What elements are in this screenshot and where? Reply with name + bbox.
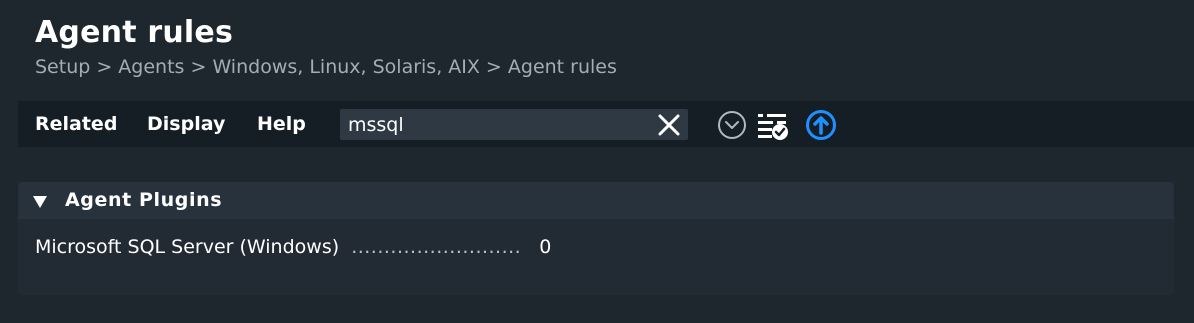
upload-icon[interactable] bbox=[805, 109, 837, 141]
search-input[interactable] bbox=[348, 112, 648, 137]
menu-bar: Related Display Help bbox=[18, 101, 1194, 147]
collapse-triangle-icon[interactable] bbox=[33, 196, 47, 208]
menu-display[interactable]: Display bbox=[147, 113, 225, 135]
menu-help[interactable]: Help bbox=[257, 113, 306, 135]
section-title: Agent Plugins bbox=[65, 189, 223, 211]
rule-link-mssql[interactable]: Microsoft SQL Server (Windows) bbox=[35, 236, 339, 258]
agent-plugins-section: Agent Plugins Microsoft SQL Server (Wind… bbox=[18, 182, 1174, 295]
section-header[interactable]: Agent Plugins bbox=[18, 182, 1174, 219]
leader-dots: .......................... bbox=[351, 236, 522, 258]
page: Agent rules Setup > Agents > Windows, Li… bbox=[0, 0, 1194, 323]
menu-related[interactable]: Related bbox=[35, 113, 117, 135]
toggle-down-icon[interactable] bbox=[717, 110, 747, 140]
search-box bbox=[340, 109, 688, 140]
rule-list-check-icon[interactable] bbox=[756, 109, 790, 141]
rule-count: 0 bbox=[539, 236, 552, 258]
clear-icon[interactable] bbox=[656, 112, 682, 138]
rule-row: Microsoft SQL Server (Windows) .........… bbox=[35, 236, 551, 258]
page-title: Agent rules bbox=[35, 15, 234, 50]
breadcrumb: Setup > Agents > Windows, Linux, Solaris… bbox=[35, 56, 617, 78]
